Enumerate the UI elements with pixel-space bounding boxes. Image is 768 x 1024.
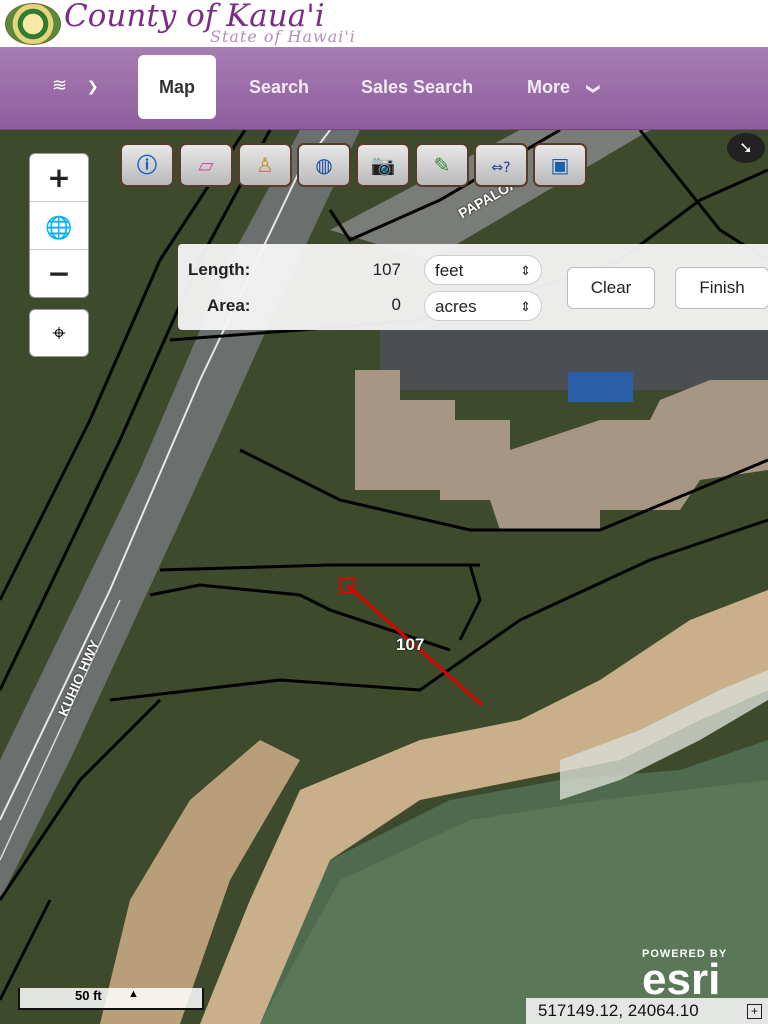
tab-map[interactable]: Map xyxy=(138,55,216,119)
eraser-icon: ▱ xyxy=(198,153,214,177)
area-unit-select[interactable]: acres ⇕ xyxy=(424,291,542,321)
area-label: Area: xyxy=(207,296,251,315)
scale-label: 50 ft xyxy=(75,988,102,1003)
expand-icon[interactable]: + xyxy=(747,1004,762,1019)
measure-icon: ⇔? xyxy=(491,160,511,176)
brand-subtitle: State of Hawai'i xyxy=(210,27,356,46)
scale-arrow-icon: ▲ xyxy=(128,988,139,1000)
coordinate-value: 517149.12, 24064.10 xyxy=(538,1001,699,1020)
measure-line-label: 107 xyxy=(396,635,425,654)
tab-search[interactable]: Search xyxy=(249,55,309,119)
chevron-down-icon: ❯ xyxy=(86,79,99,95)
info-icon: ⓘ xyxy=(137,153,157,177)
camera-tool-button[interactable]: 📷 xyxy=(356,143,410,187)
select-arrows-icon: ⇕ xyxy=(520,299,531,314)
measure-tool-button[interactable]: ⇔? xyxy=(474,143,528,187)
county-seal-logo xyxy=(5,3,61,45)
length-unit-select[interactable]: feet ⇕ xyxy=(424,255,542,285)
street-view-icon: ♙ xyxy=(256,153,274,177)
locate-button[interactable]: ⌖ xyxy=(29,309,89,357)
eraser-tool-button[interactable]: ▱ xyxy=(179,143,233,187)
collapse-arrow-button[interactable]: ➘ xyxy=(727,133,765,163)
area-unit-value: acres xyxy=(435,297,477,316)
length-unit-value: feet xyxy=(435,261,464,280)
chevron-down-icon: ❯ xyxy=(586,83,602,95)
print-icon: ▣ xyxy=(550,153,570,177)
globe-icon: 🌐 xyxy=(45,216,73,241)
arrow-down-left-icon: ➘ xyxy=(739,138,753,157)
top-nav: ≋ ❯ Map Search Sales Search More ❯ xyxy=(0,47,768,131)
scale-bar: 50 ft ▲ xyxy=(18,988,204,1010)
tab-sales-search[interactable]: Sales Search xyxy=(361,55,473,119)
tab-more[interactable]: More ❯ xyxy=(527,55,601,119)
measure-panel: Length: 107 feet ⇕ Area: 0 acres ⇕ Clear F… xyxy=(178,244,768,330)
home-extent-button[interactable]: 🌐 xyxy=(30,202,88,250)
print-tool-button[interactable]: ▣ xyxy=(533,143,587,187)
coordinate-readout: 517149.12, 24064.10 + xyxy=(526,998,768,1024)
zoom-out-button[interactable]: − xyxy=(30,250,88,297)
street-view-tool-button[interactable]: ♙ xyxy=(238,143,292,187)
info-tool-button[interactable]: ⓘ xyxy=(120,143,174,187)
draw-icon: ✎ xyxy=(433,153,451,177)
zoom-control: + 🌐 − xyxy=(29,153,89,298)
globe-basemap-icon: ◍ xyxy=(315,153,333,177)
esri-logo: esri xyxy=(642,955,721,1004)
layers-menu[interactable]: ≋ ❯ xyxy=(52,75,99,96)
esri-attribution: POWERED BY esri xyxy=(642,948,727,1004)
length-label: Length: xyxy=(188,260,251,279)
basemap-tool-button[interactable]: ◍ xyxy=(297,143,351,187)
camera-icon: 📷 xyxy=(370,153,396,177)
select-arrows-icon: ⇕ xyxy=(520,263,531,278)
clear-button[interactable]: Clear xyxy=(567,267,655,309)
layers-icon: ≋ xyxy=(52,75,68,96)
locate-crosshair-icon: ⌖ xyxy=(52,319,66,347)
length-value: 107 xyxy=(372,260,401,279)
finish-button[interactable]: Finish xyxy=(675,267,768,309)
zoom-in-button[interactable]: + xyxy=(30,154,88,202)
area-value: 0 xyxy=(391,295,401,314)
header: County of Kaua'i State of Hawai'i xyxy=(0,0,768,47)
draw-tool-button[interactable]: ✎ xyxy=(415,143,469,187)
